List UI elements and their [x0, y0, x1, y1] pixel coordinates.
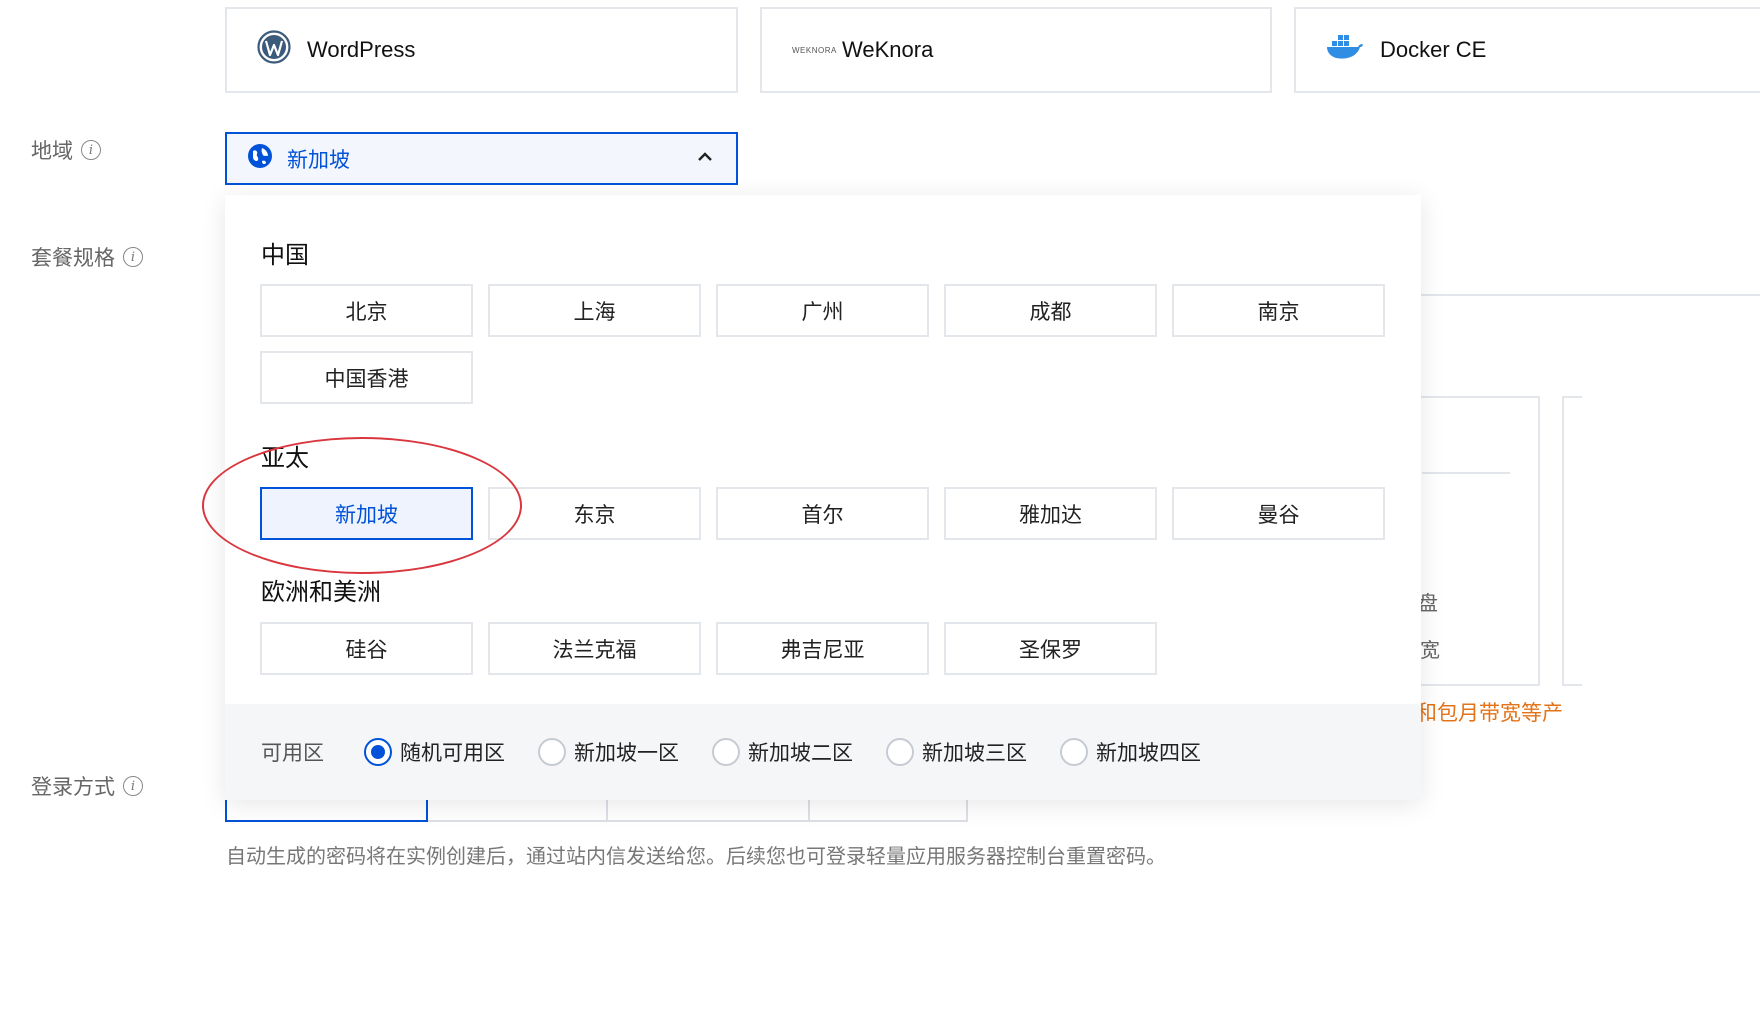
region-option-nanjing[interactable]: 南京 [1172, 284, 1385, 337]
group-title-china: 中国 [261, 242, 309, 269]
zone-option-2[interactable]: 新加坡二区 [712, 737, 853, 767]
plan-notice-fragment: 和包月带宽等产 [1416, 702, 1563, 725]
group-title-europe-americas: 欧洲和美洲 [261, 579, 381, 606]
radio-unchecked-icon[interactable] [712, 738, 740, 766]
login-label: 登录方式 i [31, 771, 143, 801]
zone-option-label: 新加坡四区 [1096, 742, 1201, 765]
region-option-bangkok[interactable]: 曼谷 [1172, 487, 1385, 540]
plan-tabs-fragment [1400, 210, 1760, 296]
region-option-chengdu[interactable]: 成都 [944, 284, 1157, 337]
region-option-silicon-valley[interactable]: 硅谷 [260, 622, 473, 675]
region-option-virginia[interactable]: 弗吉尼亚 [716, 622, 929, 675]
chevron-up-icon[interactable] [696, 148, 714, 172]
radio-checked-icon[interactable] [364, 738, 392, 766]
app-card-weknora[interactable]: WEKNORA WeKnora [760, 7, 1272, 93]
region-option-tokyo[interactable]: 东京 [488, 487, 701, 540]
region-option-singapore[interactable]: 新加坡 [260, 487, 473, 540]
region-option-shanghai[interactable]: 上海 [488, 284, 701, 337]
availability-zone-bar: 可用区 随机可用区 新加坡一区 新加坡二区 新加坡三区 新加坡四区 [225, 704, 1421, 800]
region-option-frankfurt[interactable]: 法兰克福 [488, 622, 701, 675]
plan-spec-fragment: 盘 [1418, 593, 1438, 615]
radio-unchecked-icon[interactable] [886, 738, 914, 766]
region-label: 地域 i [31, 135, 101, 165]
radio-unchecked-icon[interactable] [538, 738, 566, 766]
weknora-logo-icon: WEKNORA [792, 45, 837, 55]
zone-option-label: 随机可用区 [400, 742, 505, 765]
region-option-seoul[interactable]: 首尔 [716, 487, 929, 540]
zone-option-label: 新加坡一区 [574, 742, 679, 765]
app-label: WeKnora [842, 37, 934, 62]
region-label-text: 地域 [31, 140, 73, 163]
plan-label: 套餐规格 i [31, 242, 143, 272]
wordpress-logo-icon [257, 30, 291, 70]
app-card-wordpress[interactable]: WordPress [225, 7, 738, 93]
login-label-text: 登录方式 [31, 776, 115, 799]
zone-option-random[interactable]: 随机可用区 [364, 737, 505, 767]
info-icon[interactable]: i [81, 140, 101, 160]
app-card-docker[interactable]: Docker CE [1294, 7, 1760, 93]
zone-option-1[interactable]: 新加坡一区 [538, 737, 679, 767]
zone-option-3[interactable]: 新加坡三区 [886, 737, 1027, 767]
region-select[interactable]: 新加坡 [225, 132, 738, 185]
region-option-beijing[interactable]: 北京 [260, 284, 473, 337]
zone-label: 可用区 [261, 742, 324, 765]
globe-icon [247, 143, 273, 175]
zone-option-label: 新加坡三区 [922, 742, 1027, 765]
plan-spec-fragment: 宽 [1420, 640, 1440, 662]
group-title-asia-pacific: 亚太 [261, 445, 309, 472]
radio-unchecked-icon[interactable] [1060, 738, 1088, 766]
docker-logo-icon [1326, 33, 1364, 67]
region-option-jakarta[interactable]: 雅加达 [944, 487, 1157, 540]
plan-card-fragment [1562, 396, 1582, 686]
app-label: WordPress [307, 37, 416, 62]
region-option-sao-paulo[interactable]: 圣保罗 [944, 622, 1157, 675]
info-icon[interactable]: i [123, 776, 143, 796]
region-option-hongkong[interactable]: 中国香港 [260, 351, 473, 404]
plan-label-text: 套餐规格 [31, 247, 115, 270]
login-hint: 自动生成的密码将在实例创建后，通过站内信发送给您。后续您也可登录轻量应用服务器控… [226, 846, 1166, 868]
zone-option-label: 新加坡二区 [748, 742, 853, 765]
region-dropdown: 中国 北京 上海 广州 成都 南京 中国香港 亚太 新加坡 东京 首尔 雅加达 … [225, 195, 1421, 800]
region-select-value: 新加坡 [287, 148, 350, 172]
info-icon[interactable]: i [123, 247, 143, 267]
region-option-guangzhou[interactable]: 广州 [716, 284, 929, 337]
zone-option-4[interactable]: 新加坡四区 [1060, 737, 1201, 767]
app-label: Docker CE [1380, 37, 1487, 62]
